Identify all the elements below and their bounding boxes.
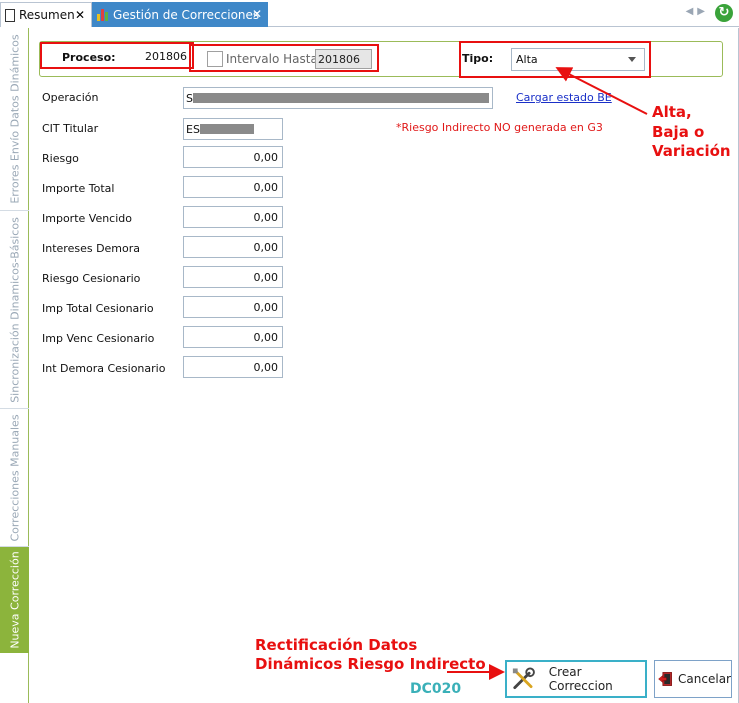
side-tab-label: Errores Envío Datos Dinámicos — [8, 34, 21, 204]
tipo-dropdown[interactable]: Alta — [511, 48, 645, 71]
importe-vencido-label: Importe Vencido — [42, 212, 132, 225]
side-tab-label: Nueva Corrección — [8, 551, 21, 649]
riesgo-cesionario-value: 0,00 — [253, 270, 279, 284]
document-tab-strip: Resumen ✕ Gestión de Correcciones ✕ ◀▶ ↻ — [0, 0, 739, 27]
imp-total-cesionario-label: Imp Total Cesionario — [42, 302, 154, 315]
intervalo-hasta-input[interactable]: 201806 — [315, 49, 372, 69]
side-tab-label: Sincronización Dinamicos-Básicos — [8, 216, 21, 403]
tab-scroll-arrows-icon[interactable]: ◀▶ — [686, 6, 709, 17]
close-icon[interactable]: ✕ — [252, 7, 262, 21]
bar-chart-icon — [97, 8, 109, 21]
button-annotation-line2: Dinámicos Riesgo Indirecto — [255, 655, 486, 673]
imp-venc-cesionario-value: 0,00 — [253, 330, 279, 344]
chevron-down-icon — [628, 57, 636, 62]
riesgo-label: Riesgo — [42, 152, 79, 165]
close-icon[interactable]: ✕ — [75, 8, 85, 22]
side-tab-correcciones-manuales[interactable]: Correcciones Manuales — [0, 409, 29, 547]
imp-total-cesionario-value: 0,00 — [253, 300, 279, 314]
intereses-demora-value: 0,00 — [253, 240, 279, 254]
importe-vencido-value: 0,00 — [253, 210, 279, 224]
proceso-value: 201806 — [145, 50, 187, 63]
intereses-demora-label: Intereses Demora — [42, 242, 141, 255]
cit-titular-value: ES — [186, 122, 200, 136]
side-tab-sincronizacion[interactable]: Sincronización Dinamicos-Básicos — [0, 211, 29, 409]
redacted-block — [199, 124, 254, 134]
importe-vencido-input[interactable]: 0,00 — [183, 206, 283, 228]
exit-door-icon — [658, 672, 672, 686]
side-tab-bar: Errores Envío Datos Dinámicos Sincroniza… — [0, 28, 29, 703]
intereses-demora-input[interactable]: 0,00 — [183, 236, 283, 258]
int-demora-cesionario-label: Int Demora Cesionario — [42, 362, 166, 375]
cit-titular-label: CIT Titular — [42, 122, 99, 135]
importe-total-value: 0,00 — [253, 180, 279, 194]
intervalo-hasta-value: 201806 — [318, 52, 360, 66]
riesgo-cesionario-label: Riesgo Cesionario — [42, 272, 141, 285]
riesgo-indirecto-warning: *Riesgo Indirecto NO generada en G3 — [396, 121, 603, 134]
proceso-input[interactable]: 201806 — [143, 47, 191, 66]
tab-gestion-label: Gestión de Correcciones — [113, 7, 260, 22]
tab-resumen-label: Resumen — [19, 8, 75, 22]
imp-total-cesionario-input[interactable]: 0,00 — [183, 296, 283, 318]
riesgo-input[interactable]: 0,00 — [183, 146, 283, 168]
side-tab-errores-envio[interactable]: Errores Envío Datos Dinámicos — [0, 28, 29, 211]
riesgo-cesionario-input[interactable]: 0,00 — [183, 266, 283, 288]
tipo-label: Tipo: — [462, 52, 494, 65]
cit-titular-input[interactable]: ES — [183, 118, 283, 140]
redacted-block — [192, 93, 489, 103]
tools-icon — [512, 667, 535, 690]
side-tab-label: Correcciones Manuales — [8, 413, 21, 542]
tipo-annotation-line3: Variación — [652, 142, 731, 160]
button-annotation-line1: Rectificación Datos — [255, 636, 418, 654]
crear-correccion-label: Crear Correccion — [548, 665, 613, 693]
refresh-icon[interactable]: ↻ — [715, 4, 733, 22]
document-icon — [5, 8, 15, 22]
operacion-input[interactable]: S — [183, 87, 493, 109]
cancelar-label: Cancelar — [678, 672, 731, 686]
process-code: DC020 — [410, 681, 462, 697]
cancelar-button[interactable]: Cancelar — [654, 660, 732, 698]
riesgo-value: 0,00 — [253, 150, 279, 164]
nueva-correccion-panel: Proceso: 201806 Intervalo Hasta 201806 T… — [29, 28, 739, 703]
tab-resumen[interactable]: Resumen ✕ — [0, 2, 92, 27]
int-demora-cesionario-value: 0,00 — [253, 360, 279, 374]
crear-correccion-button[interactable]: Crear Correccion — [505, 660, 647, 698]
tab-gestion-correcciones[interactable]: Gestión de Correcciones ✕ — [92, 2, 268, 27]
importe-total-input[interactable]: 0,00 — [183, 176, 283, 198]
operacion-value: S — [186, 91, 193, 105]
tipo-annotation-line1: Alta, — [652, 103, 692, 121]
tipo-selected-value: Alta — [516, 53, 538, 66]
int-demora-cesionario-input[interactable]: 0,00 — [183, 356, 283, 378]
proceso-label: Proceso: — [62, 51, 116, 64]
operacion-label: Operación — [42, 91, 99, 104]
importe-total-label: Importe Total — [42, 182, 115, 195]
side-tab-nueva-correccion[interactable]: Nueva Corrección — [0, 547, 29, 653]
intervalo-hasta-checkbox[interactable] — [207, 51, 223, 67]
tipo-annotation-line2: Baja o — [652, 123, 705, 141]
imp-venc-cesionario-input[interactable]: 0,00 — [183, 326, 283, 348]
intervalo-hasta-label: Intervalo Hasta — [226, 52, 318, 66]
imp-venc-cesionario-label: Imp Venc Cesionario — [42, 332, 155, 345]
cargar-estado-be-link[interactable]: Cargar estado BE — [516, 91, 612, 104]
